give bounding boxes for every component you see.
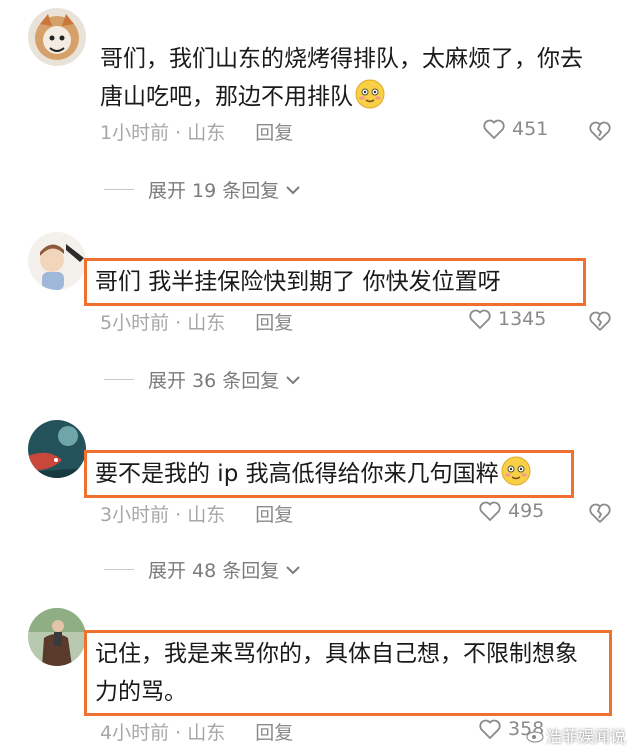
like-count: 451 (512, 118, 549, 140)
avatar[interactable] (28, 232, 86, 290)
divider (104, 189, 134, 190)
reply-button[interactable]: 回复 (255, 312, 293, 334)
broken-heart-icon (589, 503, 611, 523)
comment-meta: 3小时前 · 山东 回复 (100, 500, 293, 527)
expand-replies-button[interactable]: 展开 19 条回复 (104, 176, 301, 203)
expand-replies-button[interactable]: 展开 36 条回复 (104, 366, 301, 393)
comment-text: 要不是我的 ip 我高低得给你来几句国粹 (84, 450, 574, 498)
dislike-button[interactable] (588, 502, 612, 528)
heart-icon (479, 719, 501, 740)
time-location: 5小时前 · 山东 (100, 312, 226, 334)
like-count: 1345 (498, 308, 547, 330)
dislike-button[interactable] (588, 120, 612, 146)
avatar[interactable] (28, 608, 86, 666)
reply-button[interactable]: 回复 (255, 122, 293, 144)
comment-text: 记住，我是来骂你的，具体自己想，不限制想象力的骂。 (84, 630, 612, 716)
comment-meta: 4小时前 · 山东 回复 (100, 718, 293, 745)
like-button[interactable]: 451 (482, 118, 548, 140)
like-button[interactable]: 495 (478, 500, 544, 522)
expand-replies-button[interactable]: 展开 48 条回复 (104, 556, 301, 583)
broken-heart-icon (589, 121, 611, 141)
blush-emoji-icon (501, 456, 531, 486)
chevron-down-icon (286, 375, 300, 384)
blush-emoji-icon (355, 79, 385, 109)
time-location: 3小时前 · 山东 (100, 504, 226, 526)
watermark: 浩菲娱闻说 (526, 723, 626, 747)
comment-meta: 1小时前 · 山东 回复 (100, 118, 293, 145)
chevron-down-icon (286, 185, 300, 194)
broken-heart-icon (589, 311, 611, 331)
comment-meta: 5小时前 · 山东 回复 (100, 308, 293, 335)
like-button[interactable]: 1345 (468, 308, 546, 330)
chevron-down-icon (286, 565, 300, 574)
weibo-logo-icon (526, 731, 544, 743)
divider (104, 379, 134, 380)
like-count: 495 (508, 500, 545, 522)
heart-icon (479, 501, 501, 522)
avatar[interactable] (28, 420, 86, 478)
time-location: 4小时前 · 山东 (100, 722, 226, 744)
heart-icon (469, 309, 491, 330)
dislike-button[interactable] (588, 310, 612, 336)
heart-icon (483, 119, 505, 140)
comment-text: 哥们 我半挂保险快到期了 你快发位置呀 (84, 258, 586, 306)
reply-button[interactable]: 回复 (255, 504, 293, 526)
time-location: 1小时前 · 山东 (100, 122, 226, 144)
comment-text: 哥们，我们山东的烧烤得排队，太麻烦了，你去唐山吃吧，那边不用排队 (100, 46, 583, 110)
avatar[interactable] (28, 8, 86, 66)
divider (104, 569, 134, 570)
reply-button[interactable]: 回复 (255, 722, 293, 744)
